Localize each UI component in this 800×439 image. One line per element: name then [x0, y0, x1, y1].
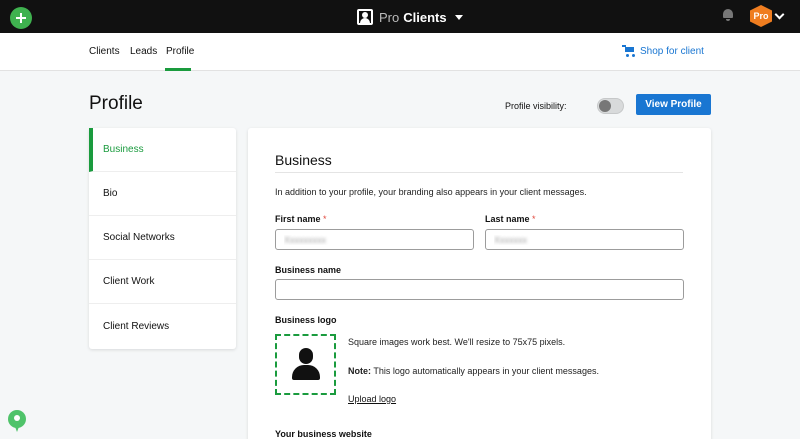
logo-hint: Square images work best. We'll resize to…	[348, 337, 566, 347]
top-bar: Pro Clients Pro	[0, 0, 800, 33]
business-name-label: Business name	[275, 265, 342, 275]
chevron-down-icon[interactable]	[774, 9, 785, 20]
business-form-card: Business In addition to your profile, yo…	[248, 128, 711, 439]
sub-navigation: Clients Leads Profile Shop for client	[0, 33, 800, 71]
last-name-label: Last name *	[485, 214, 536, 224]
required-mark: *	[532, 214, 536, 224]
plus-icon[interactable]	[10, 7, 32, 29]
tab-profile[interactable]: Profile	[166, 46, 194, 57]
last-name-field[interactable]	[485, 229, 684, 250]
tab-leads[interactable]: Leads	[130, 46, 157, 57]
first-name-field[interactable]	[275, 229, 474, 250]
shop-label: Shop for client	[640, 45, 704, 57]
cart-icon	[622, 45, 635, 57]
logo-note: Note: This logo automatically appears in…	[348, 366, 599, 376]
logo-drop-zone[interactable]	[275, 334, 336, 395]
tab-clients[interactable]: Clients	[89, 46, 120, 57]
brand-name: Clients	[403, 9, 447, 25]
client-card-icon	[357, 9, 373, 25]
profile-visibility-label: Profile visibility:	[505, 101, 567, 111]
brand-prefix: Pro	[379, 9, 400, 25]
person-icon	[299, 348, 313, 364]
caret-down-icon	[454, 14, 463, 20]
sidebar-item-client-reviews[interactable]: Client Reviews	[89, 304, 236, 348]
view-profile-button[interactable]: View Profile	[636, 94, 711, 115]
person-body	[292, 365, 320, 380]
business-logo-label: Business logo	[275, 315, 337, 325]
sidebar-item-business[interactable]: Business	[89, 128, 236, 172]
feedback-icon[interactable]	[8, 410, 26, 432]
first-name-label: First name *	[275, 214, 327, 224]
bell-body	[723, 9, 733, 18]
active-tab-indicator	[165, 68, 191, 71]
upload-logo-link[interactable]: Upload logo	[348, 394, 396, 404]
business-website-label: Your business website	[275, 429, 372, 439]
required-mark: *	[323, 214, 327, 224]
bell-icon[interactable]	[723, 9, 733, 21]
sidebar-item-client-work[interactable]: Client Work	[89, 260, 236, 304]
section-description: In addition to your profile, your brandi…	[275, 187, 587, 197]
shop-for-client-link[interactable]: Shop for client	[622, 45, 704, 57]
avatar[interactable]: Pro	[750, 5, 772, 27]
app-switcher[interactable]: Pro Clients	[357, 8, 463, 26]
sidebar-item-bio[interactable]: Bio	[89, 172, 236, 216]
business-name-field[interactable]	[275, 279, 684, 300]
section-title: Business	[275, 152, 332, 168]
bell-clapper	[726, 19, 730, 21]
profile-visibility-toggle[interactable]	[597, 98, 624, 114]
toggle-knob	[599, 100, 611, 112]
profile-sidebar: Business Bio Social Networks Client Work…	[89, 128, 236, 349]
page-title: Profile	[89, 93, 143, 114]
divider	[275, 172, 683, 173]
sidebar-item-social-networks[interactable]: Social Networks	[89, 216, 236, 260]
